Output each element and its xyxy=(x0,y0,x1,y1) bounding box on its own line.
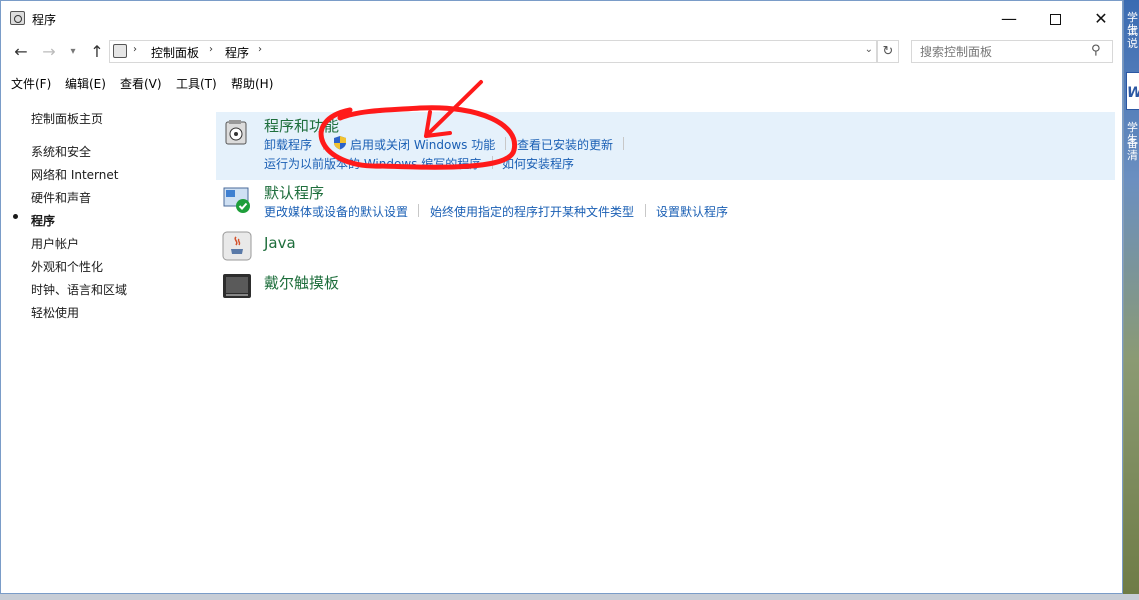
java-icon[interactable] xyxy=(222,231,252,261)
title-bar[interactable]: 程序 — ✕ xyxy=(1,1,1122,36)
link-separator xyxy=(492,156,493,169)
chevron-right-icon[interactable]: › xyxy=(133,44,137,55)
window-title: 程序 xyxy=(32,13,57,27)
desktop-text-fragment: 试说 xyxy=(1127,25,1138,50)
nav-control-panel-home[interactable]: 控制面板主页 xyxy=(31,110,103,127)
nav-clock-language-region[interactable]: 时钟、语言和区域 xyxy=(31,281,127,298)
menu-help[interactable]: 帮助(H) xyxy=(231,75,273,92)
link-separator xyxy=(505,137,506,150)
chevron-down-icon[interactable]: ⌄ xyxy=(865,44,873,55)
nav-user-accounts[interactable]: 用户帐户 xyxy=(31,235,79,252)
view-installed-updates-link[interactable]: 查看已安装的更新 xyxy=(517,136,613,153)
always-open-filetype-link[interactable]: 始终使用指定的程序打开某种文件类型 xyxy=(430,203,634,220)
how-to-install-link[interactable]: 如何安装程序 xyxy=(502,155,574,172)
default-programs-icon[interactable] xyxy=(222,185,252,215)
link-separator xyxy=(645,204,646,217)
minimize-button[interactable]: — xyxy=(986,1,1032,36)
menu-view[interactable]: 查看(V) xyxy=(120,75,162,92)
desktop-text-fragment: 备清 xyxy=(1127,137,1138,162)
breadcrumb-programs[interactable]: 程序 xyxy=(225,44,249,61)
set-default-programs-link[interactable]: 设置默认程序 xyxy=(656,203,728,220)
change-media-defaults-link[interactable]: 更改媒体或设备的默认设置 xyxy=(264,203,408,220)
uninstall-program-link[interactable]: 卸载程序 xyxy=(264,136,312,153)
back-button[interactable]: ← xyxy=(10,41,32,63)
nav-programs-selected: 程序 xyxy=(31,214,56,228)
dell-touchpad-icon[interactable] xyxy=(222,271,252,301)
chevron-right-icon[interactable]: › xyxy=(209,44,213,55)
nav-appearance[interactable]: 外观和个性化 xyxy=(31,258,103,275)
recent-locations-dropdown[interactable]: ▾ xyxy=(62,41,84,63)
breadcrumb-control-panel[interactable]: 控制面板 xyxy=(151,44,199,61)
menu-file[interactable]: 文件(F) xyxy=(11,75,51,92)
programs-features-icon[interactable] xyxy=(222,117,252,147)
run-older-programs-link[interactable]: 运行为以前版本的 Windows 编写的程序 xyxy=(264,155,481,172)
control-panel-icon xyxy=(113,44,127,58)
control-panel-icon xyxy=(10,11,25,25)
default-programs-title[interactable]: 默认程序 xyxy=(264,182,324,203)
menu-tools[interactable]: 工具(T) xyxy=(176,75,217,92)
address-bar[interactable]: › 控制面板 › 程序 › ⌄ xyxy=(109,40,877,63)
desktop-word-icon[interactable]: W xyxy=(1126,72,1139,110)
selected-bullet-icon xyxy=(13,214,18,219)
programs-features-title[interactable]: 程序和功能 xyxy=(264,115,339,136)
forward-button[interactable]: → xyxy=(38,41,60,63)
turn-windows-features-link[interactable]: 启用或关闭 Windows 功能 xyxy=(350,136,495,153)
uac-shield-icon xyxy=(334,136,346,150)
menu-edit[interactable]: 编辑(E) xyxy=(65,75,106,92)
link-separator xyxy=(323,137,324,150)
nav-network-internet[interactable]: 网络和 Internet xyxy=(31,166,118,183)
menu-bar: 文件(F) 编辑(E) 查看(V) 工具(T) 帮助(H) xyxy=(1,73,1122,93)
java-title[interactable]: Java xyxy=(264,234,296,252)
search-icon[interactable]: ⚲ xyxy=(1091,43,1101,58)
refresh-button[interactable]: ↻ xyxy=(877,40,899,63)
close-button[interactable]: ✕ xyxy=(1078,1,1124,36)
dell-touchpad-title[interactable]: 戴尔触摸板 xyxy=(264,272,339,293)
maximize-button[interactable] xyxy=(1032,1,1078,36)
chevron-right-icon[interactable]: › xyxy=(258,44,262,55)
up-button[interactable]: ↑ xyxy=(86,41,108,63)
link-separator xyxy=(623,137,624,150)
nav-ease-of-access[interactable]: 轻松使用 xyxy=(31,304,79,321)
control-panel-window: 程序 — ✕ ← → ▾ ↑ › 控制面板 › 程序 › ⌄ ↻ ⚲ 文件(F)… xyxy=(0,0,1123,594)
maximize-icon xyxy=(1049,14,1061,25)
taskbar-strip xyxy=(0,594,1139,600)
search-input[interactable] xyxy=(911,40,1113,63)
nav-system-security[interactable]: 系统和安全 xyxy=(31,143,91,160)
nav-hardware-sound[interactable]: 硬件和声音 xyxy=(31,189,91,206)
link-separator xyxy=(418,204,419,217)
